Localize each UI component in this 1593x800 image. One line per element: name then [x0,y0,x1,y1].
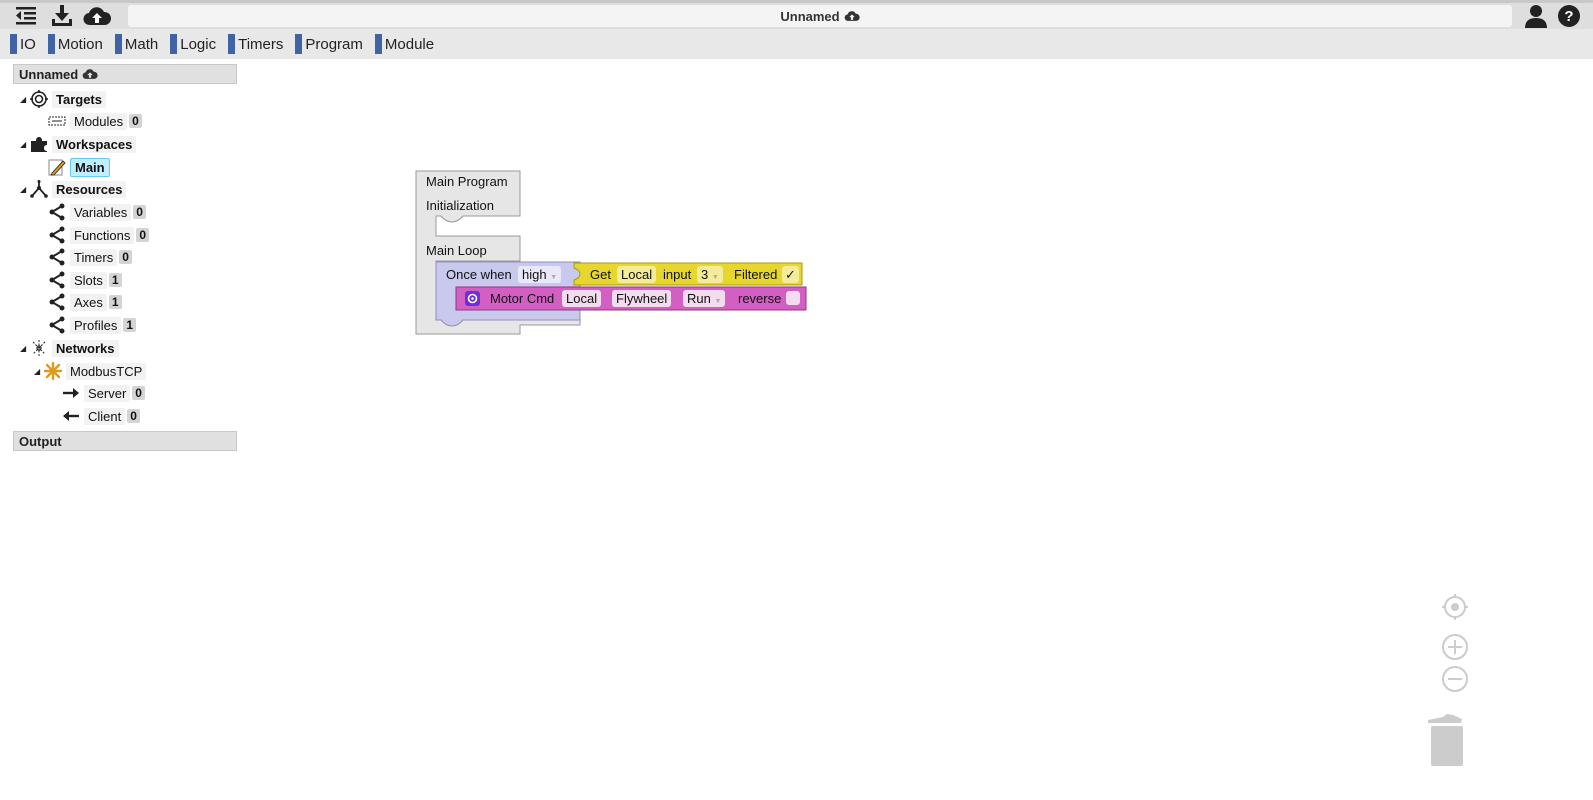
input-number-dropdown[interactable]: 3 ▼ [697,266,723,283]
motor-axis-value: Flywheel [616,291,668,306]
get-scope-value: Local [621,267,653,282]
zoom-in-button[interactable] [1440,632,1470,662]
zoom-out-icon [1442,666,1468,692]
edge-dropdown[interactable]: high ▼ [518,266,562,283]
get-scope-dropdown[interactable]: Local [617,266,657,283]
recenter-icon [1442,594,1468,620]
filtered-checkbox[interactable]: ✓ [782,266,799,283]
motor-axis-dropdown[interactable]: Flywheel [612,290,672,307]
motor-scope-dropdown[interactable]: Local [562,290,602,307]
gear-icon[interactable] [465,291,480,306]
motor-cmd-label: Motor Cmd [490,291,555,306]
chevron-down-icon: ▼ [711,274,719,281]
motor-scope-value: Local [566,291,598,306]
zoom-in-icon [1442,634,1468,660]
zoom-out-button[interactable] [1440,664,1470,694]
chevron-down-icon: ▼ [714,298,722,305]
input-label: input [663,267,692,282]
app: Unnamed ? IO Motion Math Logic Timers Pr… [0,0,1593,800]
get-label: Get [590,267,611,282]
main-program-label: Main Program [426,174,508,189]
initialization-label: Initialization [426,198,494,213]
reverse-checkbox[interactable] [786,291,800,305]
motor-action-value: Run [687,291,711,306]
recenter-button[interactable] [1440,592,1470,622]
motor-action-dropdown[interactable]: Run ▼ [683,290,726,307]
trash-icon [1428,714,1463,766]
main-loop-label: Main Loop [426,243,487,258]
input-number-value: 3 [701,267,709,282]
block-workspace [415,170,807,335]
check-icon: ✓ [785,267,796,282]
trash-button[interactable] [1424,712,1466,768]
chevron-down-icon: ▼ [550,274,558,281]
reverse-label: reverse [738,291,782,306]
filtered-label: Filtered [734,267,778,282]
edge-value: high [522,267,547,282]
once-when-label: Once when [446,267,512,282]
